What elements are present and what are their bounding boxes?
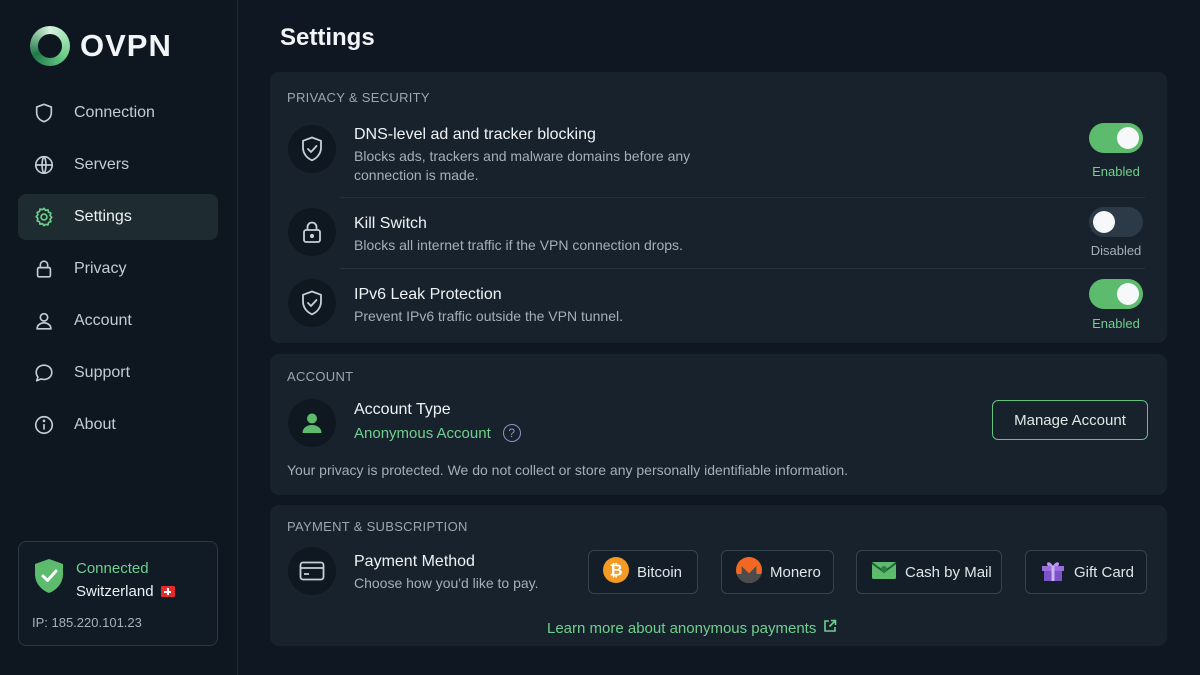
- swiss-flag-icon: [160, 586, 175, 597]
- sidebar-item-about[interactable]: About: [18, 402, 218, 448]
- pay-gift-card-button[interactable]: Gift Card: [1025, 550, 1147, 594]
- pay-cash-by-mail-button[interactable]: Cash by Mail: [856, 550, 1002, 594]
- dns-blocking-desc-line1: Blocks ads, trackers and malware domains…: [354, 148, 691, 164]
- payment-method-desc: Choose how you'd like to pay.: [354, 575, 539, 591]
- page-title: Settings: [280, 24, 375, 51]
- logo-icon: [30, 26, 70, 66]
- sidebar-item-connection[interactable]: Connection: [18, 90, 218, 136]
- bitcoin-icon: ₿: [603, 556, 629, 588]
- app-logo[interactable]: OVPN: [30, 26, 172, 66]
- learn-more-text: Learn more about anonymous payments: [547, 619, 817, 637]
- help-icon[interactable]: ?: [502, 424, 521, 442]
- user-icon: [288, 399, 336, 447]
- sidebar-item-label: Support: [74, 364, 131, 381]
- globe-icon: [32, 153, 56, 177]
- account-type-value-wrap: Anonymous Account ?: [354, 424, 521, 442]
- dns-blocking-desc-line2: connection is made.: [354, 167, 479, 183]
- sidebar-item-servers[interactable]: Servers: [18, 142, 218, 188]
- svg-text:₿: ₿: [609, 561, 622, 579]
- cash-envelope-icon: [871, 559, 897, 586]
- connection-location: Switzerland: [76, 583, 175, 600]
- shield-check-icon: [33, 558, 65, 599]
- sidebar: OVPN Connection Servers Settings Privacy: [0, 0, 238, 675]
- lock-icon: [288, 208, 336, 256]
- credit-card-icon: [288, 547, 336, 595]
- sidebar-nav: Connection Servers Settings Privacy Acco…: [18, 90, 218, 454]
- privacy-security-section: PRIVACY & SECURITY DNS-level ad and trac…: [270, 72, 1167, 343]
- pay-option-label: Cash by Mail: [905, 563, 992, 581]
- pay-monero-button[interactable]: Monero: [721, 550, 834, 594]
- pay-option-label: Gift Card: [1074, 563, 1135, 581]
- privacy-note: Your privacy is protected. We do not col…: [287, 462, 849, 478]
- shield-check-icon: [288, 279, 336, 327]
- user-icon: [32, 309, 56, 333]
- manage-account-button[interactable]: Manage Account: [992, 400, 1148, 440]
- toggle-knob: [1117, 283, 1139, 305]
- chat-bubble-icon: [32, 361, 56, 385]
- pay-bitcoin-button[interactable]: ₿ Bitcoin: [588, 550, 698, 594]
- kill-switch-title: Kill Switch: [354, 215, 427, 232]
- sidebar-item-label: Connection: [74, 104, 155, 121]
- sidebar-item-privacy[interactable]: Privacy: [18, 246, 218, 292]
- row-divider: [340, 197, 1145, 198]
- app-name: OVPN: [80, 28, 172, 63]
- payment-subscription-section: PAYMENT & SUBSCRIPTION Payment Method Ch…: [270, 505, 1167, 646]
- shield-check-icon: [288, 125, 336, 173]
- ipv6-protection-toggle[interactable]: [1089, 279, 1143, 309]
- external-link-icon: [823, 619, 837, 637]
- section-title: PRIVACY & SECURITY: [287, 90, 430, 105]
- monero-icon: [736, 556, 762, 588]
- sidebar-item-settings[interactable]: Settings: [18, 194, 218, 240]
- kill-switch-desc: Blocks all internet traffic if the VPN c…: [354, 237, 683, 253]
- ipv6-protection-title: IPv6 Leak Protection: [354, 286, 502, 303]
- pay-option-label: Bitcoin: [637, 563, 683, 581]
- sidebar-item-account[interactable]: Account: [18, 298, 218, 344]
- account-type-value: Anonymous Account: [354, 424, 491, 442]
- toggle-knob: [1093, 211, 1115, 233]
- kill-switch-state: Disabled: [1090, 243, 1142, 258]
- kill-switch-toggle[interactable]: [1089, 207, 1143, 237]
- section-title: PAYMENT & SUBSCRIPTION: [287, 519, 468, 534]
- pay-option-label: Monero: [770, 563, 821, 581]
- dns-blocking-title: DNS-level ad and tracker blocking: [354, 126, 596, 143]
- dns-blocking-state: Enabled: [1092, 164, 1140, 179]
- info-icon: [32, 413, 56, 437]
- section-title: ACCOUNT: [287, 369, 354, 384]
- sidebar-item-label: Settings: [74, 208, 132, 225]
- toggle-knob: [1117, 127, 1139, 149]
- sidebar-item-support[interactable]: Support: [18, 350, 218, 396]
- sidebar-item-label: About: [74, 416, 116, 433]
- gear-icon: [32, 205, 56, 229]
- ipv6-protection-state: Enabled: [1092, 316, 1140, 331]
- location-name: Switzerland: [76, 583, 154, 600]
- gift-icon: [1040, 557, 1066, 588]
- sidebar-item-label: Servers: [74, 156, 130, 173]
- account-type-label: Account Type: [354, 401, 451, 418]
- sidebar-item-label: Account: [74, 312, 132, 329]
- ip-address: IP: 185.220.101.23: [32, 615, 142, 630]
- sidebar-item-label: Privacy: [74, 260, 127, 277]
- payment-method-label: Payment Method: [354, 553, 475, 570]
- row-divider: [340, 268, 1145, 269]
- learn-more-link[interactable]: Learn more about anonymous payments: [547, 619, 837, 637]
- ipv6-protection-desc: Prevent IPv6 traffic outside the VPN tun…: [354, 308, 624, 324]
- account-section: ACCOUNT Account Type Anonymous Account ?…: [270, 354, 1167, 495]
- connection-status-card[interactable]: Connected Switzerland IP: 185.220.101.23: [18, 541, 218, 646]
- lock-icon: [32, 257, 56, 281]
- dns-blocking-toggle[interactable]: [1089, 123, 1143, 153]
- connection-state: Connected: [76, 560, 149, 577]
- shield-icon: [32, 101, 56, 125]
